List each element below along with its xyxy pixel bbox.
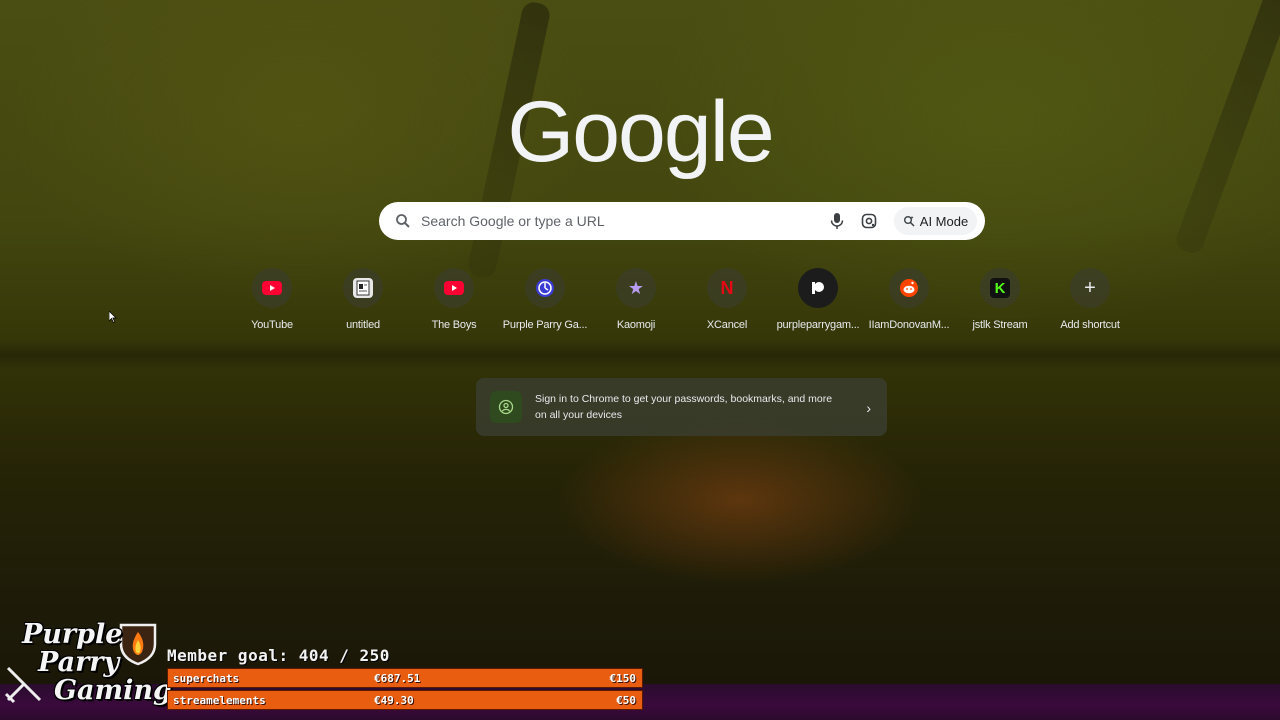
- search-box[interactable]: AI Mode: [379, 202, 985, 240]
- kick-icon: K: [990, 278, 1010, 298]
- goal-target: €50: [616, 694, 636, 707]
- shortcut-purple-parry-gaming[interactable]: Purple Parry Ga...: [500, 268, 590, 331]
- shortcut-youtube[interactable]: YouTube: [227, 268, 317, 331]
- shortcut-tile: [525, 268, 565, 308]
- shortcut-untitled[interactable]: untitled: [318, 268, 408, 331]
- document-icon: [353, 278, 373, 298]
- brand-line-2: Parry: [38, 647, 120, 678]
- shortcut-kaomoji[interactable]: ★ Kaomoji: [591, 268, 681, 331]
- shortcut-label: untitled: [346, 319, 380, 331]
- signin-text: Sign in to Chrome to get your passwords,…: [535, 393, 833, 421]
- goal-value: €49.30: [374, 694, 414, 707]
- shortcut-tile: ★: [616, 268, 656, 308]
- google-logo: Google: [507, 84, 774, 180]
- search-input[interactable]: [421, 206, 811, 236]
- star-icon: ★: [627, 277, 645, 298]
- brand-line-1: Purple: [22, 619, 123, 650]
- shortcut-tile: [798, 268, 838, 308]
- shortcut-xcancel[interactable]: N XCancel: [682, 268, 772, 331]
- shortcut-label: purpleparrygam...: [776, 319, 860, 331]
- shortcut-label: XCancel: [706, 319, 748, 331]
- shortcut-tile: [434, 268, 474, 308]
- flame-shield-icon: [119, 623, 157, 666]
- chevron-right-icon: ›: [866, 400, 871, 416]
- goal-row-superchats: superchats €687.51 €150: [167, 668, 643, 688]
- brand-line-3: Gaming: [54, 675, 172, 706]
- shortcut-the-boys[interactable]: The Boys: [409, 268, 499, 331]
- shortcut-tile: [343, 268, 383, 308]
- reddit-icon: [899, 278, 919, 298]
- shortcut-jstlk-stream[interactable]: K jstlk Stream: [955, 268, 1045, 331]
- goal-value: €687.51: [374, 672, 421, 685]
- goal-name: superchats: [173, 672, 240, 685]
- search-icon: [395, 213, 411, 229]
- goal-target: €150: [609, 672, 637, 685]
- member-goal-text: Member goal: 404 / 250: [167, 646, 390, 665]
- account-icon: [490, 391, 522, 423]
- add-shortcut-button[interactable]: + Add shortcut: [1045, 268, 1135, 331]
- stream-brand-logo: Purple Parry Gaming: [4, 619, 172, 716]
- shortcut-label: IIamDonovanM...: [868, 319, 950, 331]
- ai-mode-label: AI Mode: [919, 213, 969, 229]
- shortcut-reddit[interactable]: IIamDonovanM...: [864, 268, 954, 331]
- shortcut-label: Add shortcut: [1060, 319, 1120, 331]
- plus-icon: +: [1084, 276, 1096, 299]
- shortcut-label: Kaomoji: [616, 319, 656, 331]
- shortcut-label: Purple Parry Ga...: [502, 319, 588, 331]
- mouse-cursor-icon: [109, 311, 117, 323]
- netflix-n-icon: N: [720, 277, 734, 298]
- shortcut-label: jstlk Stream: [972, 319, 1028, 331]
- shortcut-tile: [252, 268, 292, 308]
- ai-mode-button[interactable]: AI Mode: [894, 207, 977, 235]
- youtube-icon: [444, 278, 464, 298]
- ai-search-icon: [903, 216, 915, 227]
- shortcut-tile: +: [1070, 268, 1110, 308]
- shortcut-tiles: YouTube untitled The Boys Purple Parry G…: [0, 268, 1280, 338]
- google-lens-icon[interactable]: [861, 213, 877, 229]
- purple-clock-icon: [535, 278, 555, 298]
- shortcut-tile: N: [707, 268, 747, 308]
- goal-name: streamelements: [173, 694, 266, 707]
- microphone-icon[interactable]: [830, 213, 844, 229]
- shortcut-purpleparrygaming[interactable]: purpleparrygam...: [773, 268, 863, 331]
- background-shadow: [0, 340, 1280, 370]
- chrome-signin-prompt[interactable]: Sign in to Chrome to get your passwords,…: [476, 378, 887, 436]
- shortcut-tile: K: [980, 268, 1020, 308]
- patreon-icon: [808, 278, 828, 298]
- shortcut-label: YouTube: [251, 319, 293, 331]
- youtube-icon: [262, 278, 282, 298]
- goal-row-streamelements: streamelements €49.30 €50: [167, 690, 643, 710]
- shortcut-label: The Boys: [431, 319, 477, 331]
- shortcut-tile: [889, 268, 929, 308]
